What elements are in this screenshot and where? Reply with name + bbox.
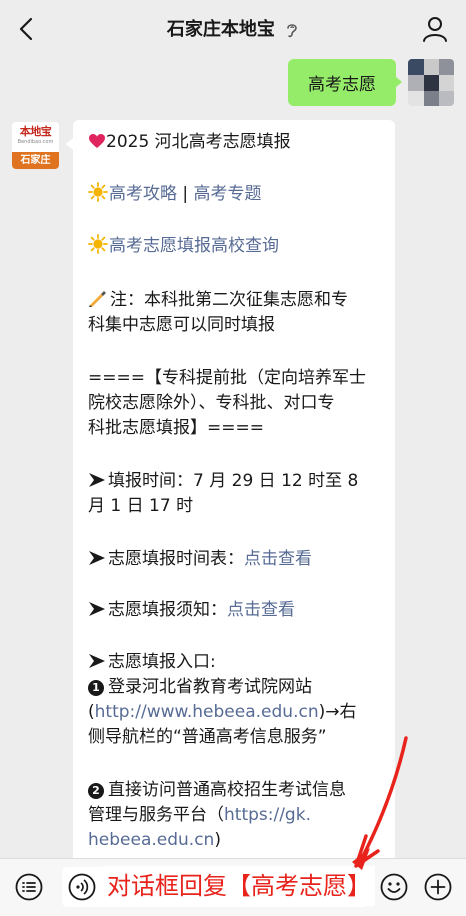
link-topic[interactable]: 高考专题 xyxy=(194,184,262,204)
arrow-right-icon xyxy=(89,551,105,565)
entry1-line-1: 1 登录河北省教育考试院网站 xyxy=(88,675,312,699)
account-city: 石家庄 xyxy=(12,152,59,169)
ear-icon xyxy=(287,24,297,38)
chat-title: 石家庄本地宝 xyxy=(0,15,466,41)
reply-instruction-overlay: 对话框回复【高考志愿】 xyxy=(103,866,375,906)
entry1-url-link[interactable]: http://www.hebeea.edu.cn xyxy=(95,702,319,722)
note-line-1: 注：本科批第二次征集志愿和专 xyxy=(88,288,348,312)
entry2-line-3: hebeea.edu.cn) xyxy=(88,830,221,850)
schedule-row: 志愿填报时间表：点击查看 xyxy=(88,547,312,571)
time-line-2: 月 1 日 17 时 xyxy=(88,496,194,516)
sent-bubble-tail xyxy=(395,76,402,88)
sent-message-bubble[interactable]: 高考志愿 xyxy=(288,59,396,106)
reply-links-row: 高考攻略 | 高考专题 xyxy=(88,182,262,206)
number-one-badge: 1 xyxy=(88,680,104,696)
smile-icon[interactable] xyxy=(380,873,408,901)
entry2-line-2: 管理与服务平台（https://gk. xyxy=(88,805,311,825)
account-domain: Bendibao.com xyxy=(17,139,54,145)
entry1-line-3: 侧导航栏的“普通高考信息服务” xyxy=(88,727,327,747)
entry1-line-2: (http://www.hebeea.edu.cn)→右 xyxy=(88,702,357,722)
entry-label-row: 志愿填报入口: xyxy=(88,650,216,674)
entry2-url-link-part1[interactable]: https://gk. xyxy=(224,805,311,825)
schedule-link[interactable]: 点击查看 xyxy=(244,549,312,569)
plus-icon[interactable] xyxy=(424,873,452,901)
note-line-2: 科集中志愿可以同时填报 xyxy=(88,315,275,335)
person-icon[interactable] xyxy=(420,14,450,44)
section-line-1: ====【专科提前批（定向培养军士 xyxy=(88,368,366,388)
sent-message-text: 高考志愿 xyxy=(308,75,376,95)
arrow-right-icon xyxy=(89,473,105,487)
heart-icon xyxy=(89,134,105,148)
link-separator: | xyxy=(182,184,189,204)
account-avatar[interactable]: 本地宝 Bendibao.com 石家庄 xyxy=(12,122,59,169)
link-strategy[interactable]: 高考攻略 xyxy=(109,184,177,204)
received-bubble-tail xyxy=(66,138,73,150)
voice-icon[interactable] xyxy=(68,873,96,901)
number-two-badge: 2 xyxy=(88,783,104,799)
sun-icon xyxy=(88,234,108,254)
arrow-right-icon xyxy=(89,654,105,668)
reply-query-row: 高考志愿填报高校查询 xyxy=(88,234,279,258)
section-line-3: 科批志愿填报】==== xyxy=(88,418,264,438)
received-message-bubble: 2025 河北高考志愿填报 高考攻略 | 高考专题 高考志愿填报高校查询 注：本… xyxy=(73,120,395,865)
link-college-query[interactable]: 高考志愿填报高校查询 xyxy=(109,236,279,256)
sun-icon xyxy=(88,182,108,202)
time-line-1: 填报时间：7 月 29 日 12 时至 8 xyxy=(88,469,358,493)
top-bar: 石家庄本地宝 xyxy=(0,0,466,58)
reply-title: 2025 河北高考志愿填报 xyxy=(88,130,291,154)
notice-row: 志愿填报须知：点击查看 xyxy=(88,598,295,622)
account-logo: 本地宝 xyxy=(19,125,52,138)
chat-title-text: 石家庄本地宝 xyxy=(166,19,275,40)
entry2-line-1: 2 直接访问普通高校招生考试信息 xyxy=(88,778,346,802)
writing-hand-icon xyxy=(89,291,106,307)
list-menu-icon[interactable] xyxy=(15,873,43,901)
section-line-2: 院校志愿除外）、专科批、对口专 xyxy=(88,393,335,413)
entry2-url-link-part2[interactable]: hebeea.edu.cn xyxy=(88,830,214,850)
user-avatar[interactable] xyxy=(408,59,454,106)
notice-link[interactable]: 点击查看 xyxy=(227,600,295,620)
arrow-right-icon xyxy=(89,602,105,616)
